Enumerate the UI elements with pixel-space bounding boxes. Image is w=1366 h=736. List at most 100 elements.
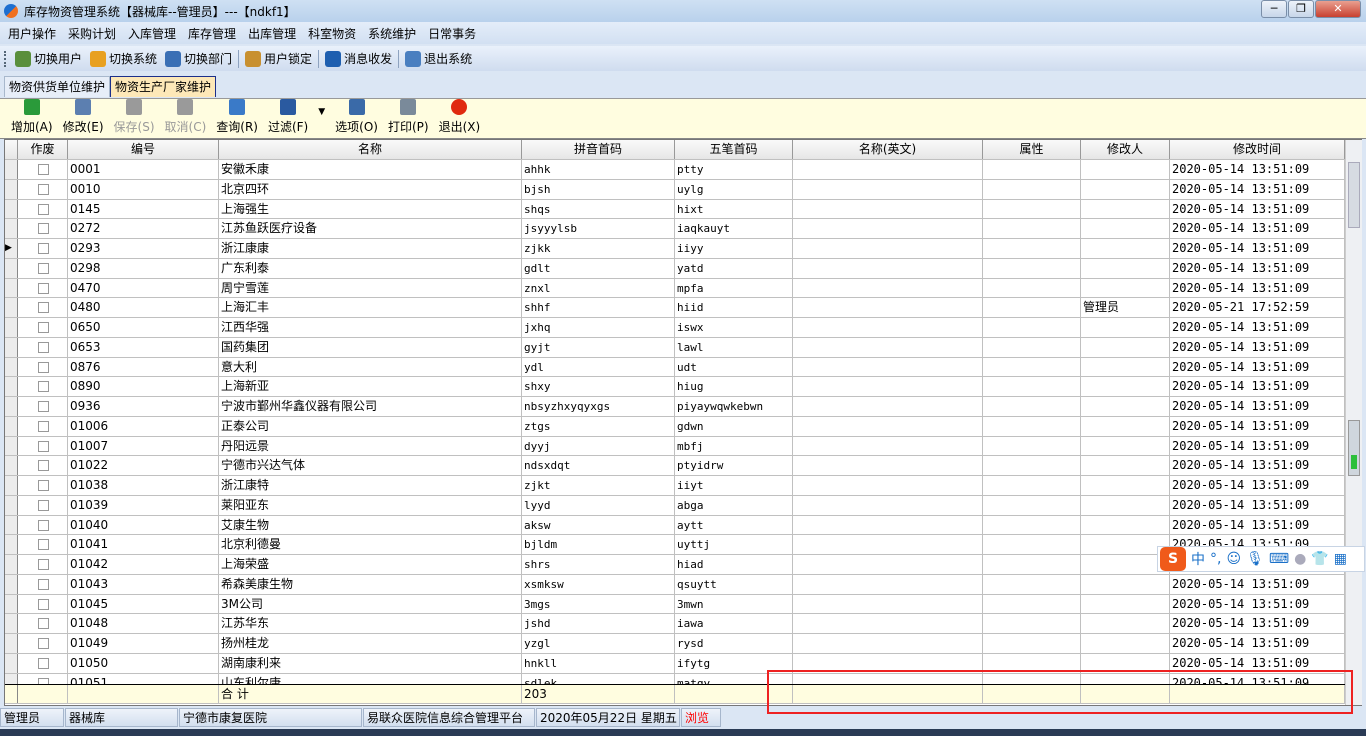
void-checkbox[interactable] [38, 401, 49, 413]
scroll-thumb-secondary[interactable] [1348, 420, 1360, 476]
menu-item[interactable]: 入库管理 [122, 25, 182, 42]
menu-item[interactable]: 出库管理 [242, 25, 302, 42]
column-header[interactable]: 名称 [219, 140, 522, 159]
minimize-button[interactable]: ─ [1261, 0, 1287, 18]
void-checkbox[interactable] [38, 440, 49, 452]
void-checkbox[interactable] [38, 578, 49, 590]
column-header[interactable]: 名称(英文) [793, 140, 983, 159]
column-header[interactable]: 拼音首码 [522, 140, 675, 159]
grid-menu-icon[interactable]: ▦ [1334, 551, 1347, 567]
void-checkbox[interactable] [38, 559, 49, 571]
action-button[interactable]: 打印(P) [383, 99, 434, 138]
toolbar-button[interactable]: 切换用户 [11, 50, 86, 67]
void-checkbox[interactable] [38, 322, 49, 334]
action-button[interactable]: 查询(R) [211, 99, 263, 138]
void-checkbox[interactable] [38, 203, 49, 215]
row-indicator[interactable] [5, 397, 18, 416]
menu-item[interactable]: 系统维护 [362, 25, 422, 42]
row-indicator[interactable] [5, 357, 18, 377]
void-checkbox[interactable] [38, 480, 49, 492]
row-indicator[interactable] [5, 377, 18, 397]
menu-item[interactable]: 库存管理 [182, 25, 242, 42]
vertical-scrollbar[interactable] [1345, 140, 1362, 705]
void-checkbox[interactable] [38, 341, 49, 353]
toolbar-button[interactable]: 退出系统 [401, 50, 476, 67]
void-checkbox[interactable] [38, 420, 49, 432]
ime-toolbar[interactable]: S 中 °, ☺ 🎙 ⌨ ● 👕 ▦ [1157, 546, 1365, 572]
toolbar-button[interactable]: 切换系统 [86, 50, 161, 67]
void-checkbox[interactable] [38, 361, 49, 373]
action-button[interactable]: 增加(A) [6, 99, 58, 138]
toolbar-button[interactable]: 切换部门 [161, 50, 236, 67]
void-checkbox[interactable] [38, 164, 49, 175]
void-checkbox[interactable] [38, 282, 49, 294]
column-header[interactable]: 编号 [68, 140, 219, 159]
row-indicator[interactable] [5, 219, 18, 239]
row-indicator[interactable] [5, 318, 18, 337]
row-indicator[interactable] [5, 495, 18, 515]
void-checkbox[interactable] [38, 381, 49, 393]
void-checkbox[interactable] [38, 460, 49, 472]
row-indicator[interactable] [5, 160, 18, 179]
row-indicator[interactable] [5, 278, 18, 298]
microphone-icon[interactable]: 🎙 [1246, 551, 1264, 567]
action-button[interactable]: 过滤(F) [263, 99, 313, 138]
menu-item[interactable]: 科室物资 [302, 25, 362, 42]
tab-manufacturer-maintenance[interactable]: 物资生产厂家维护 [110, 76, 217, 97]
column-header[interactable]: 五笔首码 [675, 140, 793, 159]
column-header[interactable]: 修改人 [1081, 140, 1170, 159]
close-button[interactable]: ✕ [1315, 0, 1361, 18]
row-indicator[interactable] [5, 337, 18, 357]
emoji-icon[interactable]: ☺ [1226, 551, 1241, 567]
column-header[interactable]: 属性 [983, 140, 1081, 159]
action-button[interactable]: 修改(E) [58, 99, 109, 138]
filter-dropdown-arrow[interactable]: ▼ [313, 99, 330, 138]
row-indicator[interactable] [5, 436, 18, 456]
maximize-button[interactable]: ❐ [1288, 0, 1314, 18]
column-header[interactable]: 作废 [18, 140, 68, 159]
void-checkbox[interactable] [38, 302, 49, 314]
action-button[interactable]: 退出(X) [434, 99, 486, 138]
menu-item[interactable]: 日常事务 [422, 25, 482, 42]
scroll-thumb[interactable] [1348, 162, 1360, 228]
row-indicator[interactable] [5, 574, 18, 594]
row-indicator[interactable] [5, 298, 18, 318]
ime-punct[interactable]: °, [1210, 551, 1221, 567]
void-checkbox[interactable] [38, 262, 49, 274]
void-checkbox[interactable] [38, 638, 49, 650]
user-icon[interactable]: ● [1294, 551, 1306, 567]
toolbar-button[interactable]: 消息收发 [321, 50, 396, 67]
void-checkbox[interactable] [38, 618, 49, 630]
row-indicator[interactable] [5, 456, 18, 476]
toolbar-button[interactable]: 用户锁定 [241, 50, 316, 67]
skin-icon[interactable]: 👕 [1311, 551, 1328, 567]
row-indicator[interactable]: ▶ [5, 239, 18, 258]
void-checkbox[interactable] [38, 183, 49, 195]
keyboard-icon[interactable]: ⌨ [1269, 551, 1289, 567]
row-indicator[interactable] [5, 179, 18, 199]
void-checkbox[interactable] [38, 223, 49, 235]
ime-mode[interactable]: 中 [1191, 549, 1205, 569]
row-indicator[interactable] [5, 654, 18, 673]
row-indicator[interactable] [5, 594, 18, 614]
void-checkbox[interactable] [38, 539, 49, 551]
action-button[interactable]: 选项(O) [330, 99, 383, 138]
void-checkbox[interactable] [38, 519, 49, 531]
tab-supplier-maintenance[interactable]: 物资供货单位维护 [4, 76, 111, 97]
row-indicator[interactable] [5, 614, 18, 634]
row-indicator[interactable] [5, 199, 18, 219]
void-checkbox[interactable] [38, 499, 49, 511]
column-header[interactable]: 修改时间 [1170, 140, 1345, 159]
row-indicator[interactable] [5, 634, 18, 653]
row-indicator[interactable] [5, 555, 18, 574]
menu-item[interactable]: 用户操作 [2, 25, 62, 42]
menu-item[interactable]: 采购计划 [62, 25, 122, 42]
row-indicator[interactable] [5, 535, 18, 555]
void-checkbox[interactable] [38, 598, 49, 610]
row-indicator[interactable] [5, 416, 18, 436]
row-indicator[interactable] [5, 258, 18, 278]
row-indicator[interactable] [5, 476, 18, 495]
void-checkbox[interactable] [38, 243, 49, 255]
void-checkbox[interactable] [38, 658, 49, 669]
row-indicator[interactable] [5, 515, 18, 535]
